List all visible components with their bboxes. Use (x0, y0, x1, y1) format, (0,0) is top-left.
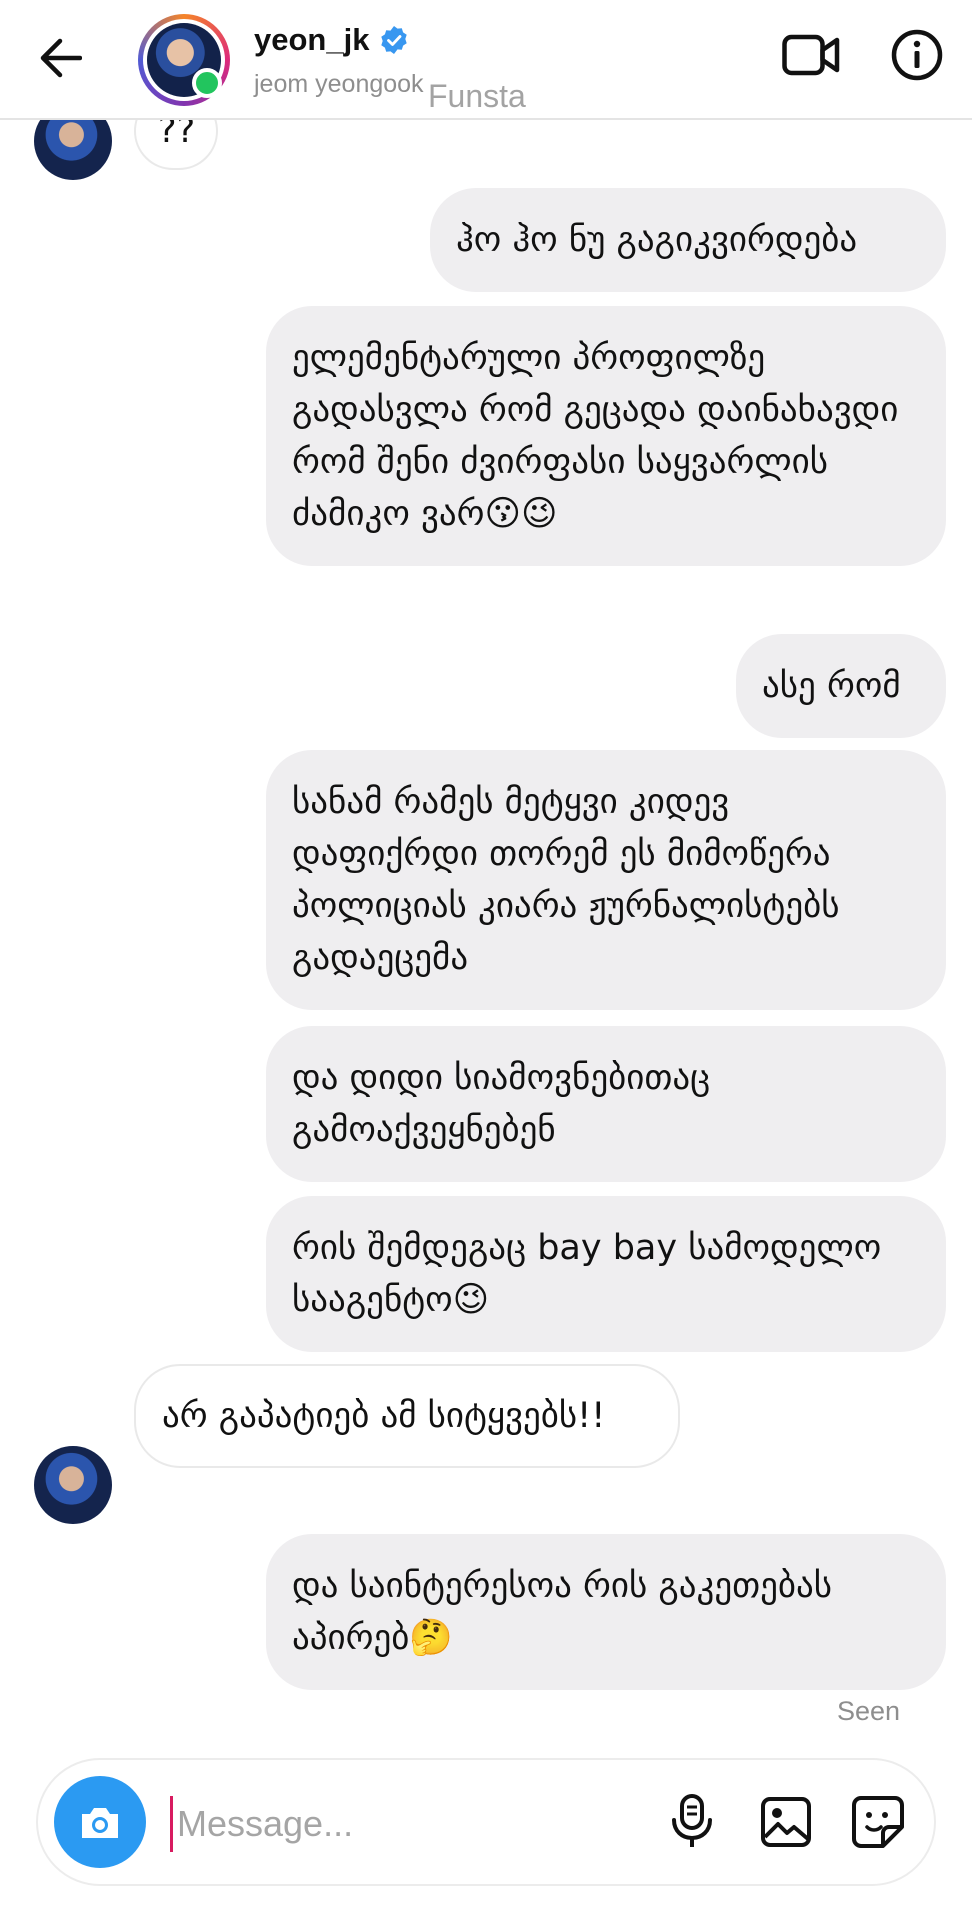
info-button[interactable] (884, 22, 950, 88)
message-bubble-outgoing[interactable]: რის შემდეგაც bay bay სამოდელო სააგენტო😉 (266, 1196, 946, 1352)
camera-button[interactable] (54, 1776, 146, 1868)
info-icon (891, 29, 943, 81)
sticker-button[interactable] (844, 1788, 912, 1856)
message-bubble-outgoing[interactable]: ჰო ჰო ნუ გაგიკვირდება (430, 188, 946, 292)
back-button[interactable] (28, 26, 92, 90)
gallery-button[interactable] (752, 1788, 820, 1856)
microphone-icon (672, 1794, 712, 1847)
chat-thread[interactable]: ?? ჰო ჰო ნუ გაგიკვირდება ელემენტარული პრ… (0, 0, 972, 1920)
sticker-icon (852, 1796, 904, 1848)
profile-username[interactable]: yeon_jk (254, 22, 409, 58)
message-input[interactable] (170, 1796, 640, 1852)
verified-badge-icon (381, 26, 408, 54)
camera-icon (82, 1808, 118, 1838)
sender-avatar[interactable] (34, 1446, 112, 1524)
profile-fullname: jeom yeongook (254, 70, 424, 98)
video-call-button[interactable] (778, 22, 844, 88)
video-camera-icon (782, 34, 840, 76)
message-composer (36, 1758, 936, 1886)
chat-header: yeon_jk jeom yeongook Funsta (0, 0, 972, 120)
message-bubble-outgoing[interactable]: სანამ რამეს მეტყვი კიდევ დაფიქრდი თორემ … (266, 750, 946, 1010)
message-bubble-outgoing[interactable]: ასე რომ (736, 634, 946, 738)
message-bubble-outgoing[interactable]: და საინტერესოა რის გაკეთებას აპირებ🤔 (266, 1534, 946, 1690)
seen-status: Seen (836, 1696, 900, 1726)
image-icon (761, 1797, 811, 1847)
message-bubble-outgoing[interactable]: ელემენტარული პროფილზე გადასვლა რომ გეცად… (266, 306, 946, 566)
voice-message-button[interactable] (658, 1788, 726, 1856)
message-bubble-incoming[interactable]: არ გაპატიებ ამ სიტყვებს!! (134, 1364, 680, 1468)
funsta-watermark: Funsta (428, 78, 526, 114)
username-text: yeon_jk (254, 22, 370, 57)
message-bubble-outgoing[interactable]: და დიდი სიამოვნებითაც გამოაქვეყნებენ (266, 1026, 946, 1182)
back-arrow-icon (40, 38, 82, 78)
online-status-dot (192, 68, 222, 98)
